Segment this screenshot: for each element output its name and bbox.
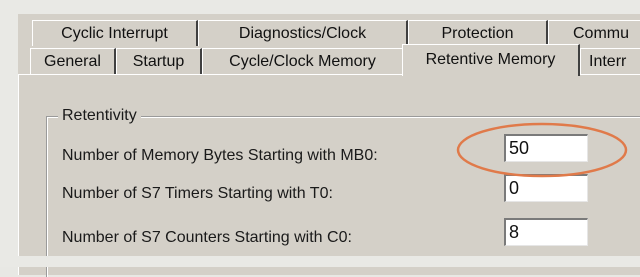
tab-cyclic-interrupt[interactable]: Cyclic Interrupt (32, 20, 198, 46)
tab-communication[interactable]: Commu (548, 20, 640, 46)
screenshot-bottom-edge (0, 256, 640, 267)
tab-protection[interactable]: Protection (408, 20, 548, 46)
tab-startup[interactable]: Startup (116, 48, 202, 74)
tab-retentive-memory[interactable]: Retentive Memory (402, 44, 580, 76)
tab-interrupts[interactable]: Interr (580, 48, 640, 74)
tab-diagnostics-clock[interactable]: Diagnostics/Clock (198, 20, 408, 46)
s7-counters-label: Number of S7 Counters Starting with C0: (62, 229, 352, 246)
tab-cycle-clock-memory[interactable]: Cycle/Clock Memory (202, 48, 404, 74)
tab-general[interactable]: General (30, 48, 116, 74)
memory-bytes-input[interactable] (504, 134, 588, 162)
memory-bytes-label: Number of Memory Bytes Starting with MB0… (62, 147, 378, 164)
retentivity-group-title: Retentivity (58, 106, 141, 126)
s7-timers-label: Number of S7 Timers Starting with T0: (62, 185, 333, 202)
s7-timers-input[interactable] (504, 174, 588, 202)
s7-counters-input[interactable] (504, 218, 588, 246)
